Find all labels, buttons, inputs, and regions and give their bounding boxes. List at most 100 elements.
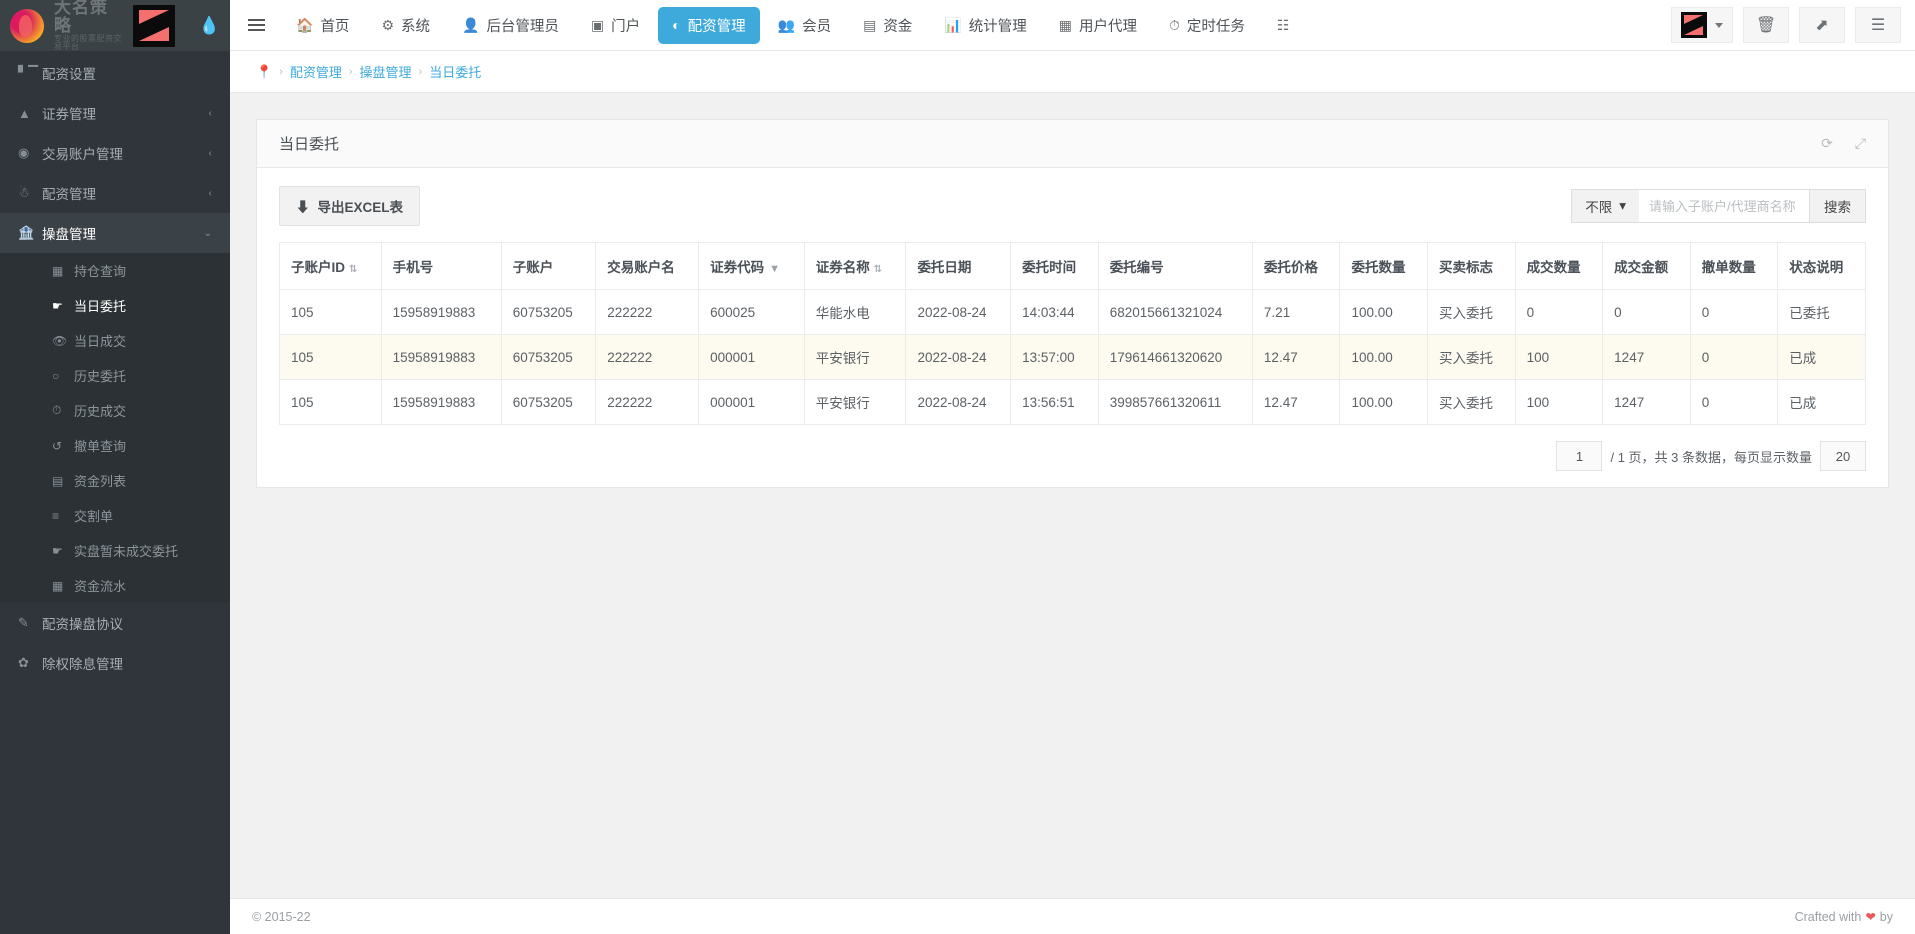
sidebar-item-cancel-query[interactable]: ↺ 撤单查询: [0, 428, 230, 463]
topnav-item-admin[interactable]: 👤 后台管理员: [448, 7, 573, 44]
table-row[interactable]: 105 15958919883 60753205 222222 000001 平…: [280, 335, 1866, 380]
hand-up-icon: ☛: [52, 299, 74, 313]
heart-icon: ❤: [1865, 909, 1875, 924]
breadcrumb-item-today-orders[interactable]: 当日委托: [429, 62, 481, 81]
cell-security-name: 平安银行: [804, 380, 906, 425]
clock-icon: ⏱: [52, 403, 74, 418]
sidebar-item-caopan-management[interactable]: 🏦 操盘管理 ⌄: [0, 213, 230, 253]
refresh-icon[interactable]: ⟳: [1821, 135, 1833, 152]
col-sub-account-id[interactable]: 子账户ID⇅: [280, 243, 382, 290]
sidebar-item-ex-rights[interactable]: ✿ 除权除息管理: [0, 643, 230, 683]
sidebar-item-label: 当日成交: [74, 331, 212, 350]
cell-security-name: 华能水电: [804, 290, 906, 335]
sidebar-item-trading-agreement[interactable]: ✎ 配资操盘协议: [0, 603, 230, 643]
pie-chart-icon: ◐: [672, 17, 680, 33]
app-root: 大名策略 专业的股票配资交易平台 💧 ▘▔ 配资设置 ▲ 证券管理 ‹ ◉ 交易…: [0, 0, 1915, 934]
cell-order-number: 179614661320620: [1098, 335, 1252, 380]
avatar-icon: [1681, 12, 1707, 38]
cell-security-code: 600025: [699, 290, 805, 335]
col-buy-sell-flag: 买卖标志: [1428, 243, 1516, 290]
user-icon: 👤: [462, 17, 479, 34]
trash-button[interactable]: 🗑: [1743, 7, 1789, 43]
sidebar-item-securities[interactable]: ▲ 证券管理 ‹: [0, 93, 230, 133]
sidebar-item-trade-accounts[interactable]: ◉ 交易账户管理 ‹: [0, 133, 230, 173]
filter-select[interactable]: 不限 ▾: [1571, 189, 1639, 223]
sidebar-item-today-orders[interactable]: ☛ 当日委托: [0, 288, 230, 323]
filter-icon[interactable]: ▼: [769, 263, 780, 275]
sidebar-item-fund-flow[interactable]: ▦ 资金流水: [0, 568, 230, 603]
cell-buy-sell-flag: 买入委托: [1428, 335, 1516, 380]
cell-filled-amount: 1247: [1603, 335, 1691, 380]
cell-order-qty: 100.00: [1340, 335, 1428, 380]
list-button[interactable]: ☰: [1855, 7, 1901, 43]
column-label: 委托日期: [917, 260, 971, 275]
sidebar-item-settlement[interactable]: ≡ 交割单: [0, 498, 230, 533]
sort-icon[interactable]: ⇅: [874, 265, 882, 275]
cell-order-number: 399857661320611: [1098, 380, 1252, 425]
current-page-input[interactable]: 1: [1556, 441, 1602, 471]
pagination: 1 / 1 页，共 3 条数据，每页显示数量 20: [279, 441, 1866, 471]
topnav-item-scheduled-tasks[interactable]: ⏱ 定时任务: [1155, 7, 1259, 44]
search-group: 不限 ▾ 搜索: [1571, 189, 1866, 223]
chevron-left-icon: ‹: [209, 148, 212, 159]
sidebar-item-history-trades[interactable]: ⏱ 历史成交: [0, 393, 230, 428]
topnav-item-statistics[interactable]: 📊 统计管理: [930, 7, 1040, 44]
sidebar-item-history-orders[interactable]: ○ 历史委托: [0, 358, 230, 393]
cell-sub-account: 60753205: [501, 380, 595, 425]
cell-sub-account-id: 105: [280, 380, 382, 425]
table-row[interactable]: 105 15958919883 60753205 222222 600025 华…: [280, 290, 1866, 335]
topnav-item-peizi[interactable]: ◐ 配资管理: [658, 7, 759, 44]
sidebar-item-label: 交易账户管理: [42, 143, 209, 163]
sidebar-item-funds-list[interactable]: ▤ 资金列表: [0, 463, 230, 498]
brand-header[interactable]: 大名策略 专业的股票配资交易平台 💧: [0, 0, 230, 51]
col-security-name[interactable]: 证券名称⇅: [804, 243, 906, 290]
home-icon: 🏠: [296, 17, 313, 34]
cell-filled-qty: 100: [1515, 335, 1603, 380]
table-head: 子账户ID⇅ 手机号 子账户 交易账户名 证券代码▼ 证券名称⇅ 委托日期: [280, 243, 1866, 290]
sidebar-item-label: 配资操盘协议: [42, 613, 212, 633]
trash-icon: 🗑: [1756, 15, 1776, 35]
gear-icon: ⚙: [381, 17, 394, 34]
column-label: 委托数量: [1351, 260, 1405, 275]
sidebar-submenu: ▦ 持仓查询 ☛ 当日委托 👁 当日成交 ○ 历史委托 ⏱ 历史成交: [0, 253, 230, 603]
sidebar-item-today-trades[interactable]: 👁 当日成交: [0, 323, 230, 358]
topnav-item-system[interactable]: ⚙ 系统: [367, 7, 444, 44]
droplet-icon[interactable]: 💧: [199, 16, 220, 36]
cell-order-price: 12.47: [1252, 380, 1340, 425]
topnav-label: 门户: [611, 15, 640, 36]
copyright-text: © 2015-22: [252, 910, 311, 924]
topnav-item-grid[interactable]: ☷: [1263, 9, 1311, 42]
topnav-item-user-agent[interactable]: ▦ 用户代理: [1045, 7, 1151, 44]
pagination-summary: / 1 页，共 3 条数据，每页显示数量: [1610, 447, 1812, 466]
fullscreen-icon[interactable]: ⤢: [1855, 135, 1866, 152]
sort-icon[interactable]: ⇅: [349, 265, 357, 275]
cell-cancelled-qty: 0: [1690, 380, 1778, 425]
topnav-item-portal[interactable]: ▣ 门户: [577, 7, 654, 44]
sidebar-item-peizi-management[interactable]: ☃ 配资管理 ‹: [0, 173, 230, 213]
col-security-code[interactable]: 证券代码▼: [699, 243, 805, 290]
page-size-input[interactable]: 20: [1820, 441, 1866, 471]
col-filled-amount: 成交金额: [1603, 243, 1691, 290]
breadcrumb-item-peizi[interactable]: 配资管理: [290, 62, 342, 81]
table-row[interactable]: 105 15958919883 60753205 222222 000001 平…: [280, 380, 1866, 425]
expand-button[interactable]: ⬈: [1799, 7, 1845, 43]
topnav-item-funds[interactable]: ▤ 资金: [849, 7, 926, 44]
search-button[interactable]: 搜索: [1809, 189, 1866, 223]
topnav-item-members[interactable]: 👥 会员: [764, 7, 845, 44]
hamburger-icon[interactable]: [230, 0, 282, 51]
sidebar-item-peizi-settings[interactable]: ▘▔ 配资设置: [0, 53, 230, 93]
table-body: 105 15958919883 60753205 222222 600025 华…: [280, 290, 1866, 425]
user-avatar-dropdown[interactable]: [1671, 7, 1733, 43]
sidebar-item-label: 证券管理: [42, 103, 209, 123]
topnav-item-home[interactable]: 🏠 首页: [282, 7, 363, 44]
search-input[interactable]: [1639, 189, 1809, 223]
thermometer-icon: ☃: [18, 185, 42, 201]
expand-icon: ⬈: [1815, 15, 1828, 35]
sidebar-item-pending-orders[interactable]: ☛ 实盘暂未成交委托: [0, 533, 230, 568]
col-filled-qty: 成交数量: [1515, 243, 1603, 290]
cell-security-code: 000001: [699, 380, 805, 425]
cell-filled-amount: 0: [1603, 290, 1691, 335]
breadcrumb-item-caopan[interactable]: 操盘管理: [360, 62, 412, 81]
sidebar-item-position-query[interactable]: ▦ 持仓查询: [0, 253, 230, 288]
export-excel-button[interactable]: ⬇ 导出EXCEL表: [279, 186, 420, 226]
